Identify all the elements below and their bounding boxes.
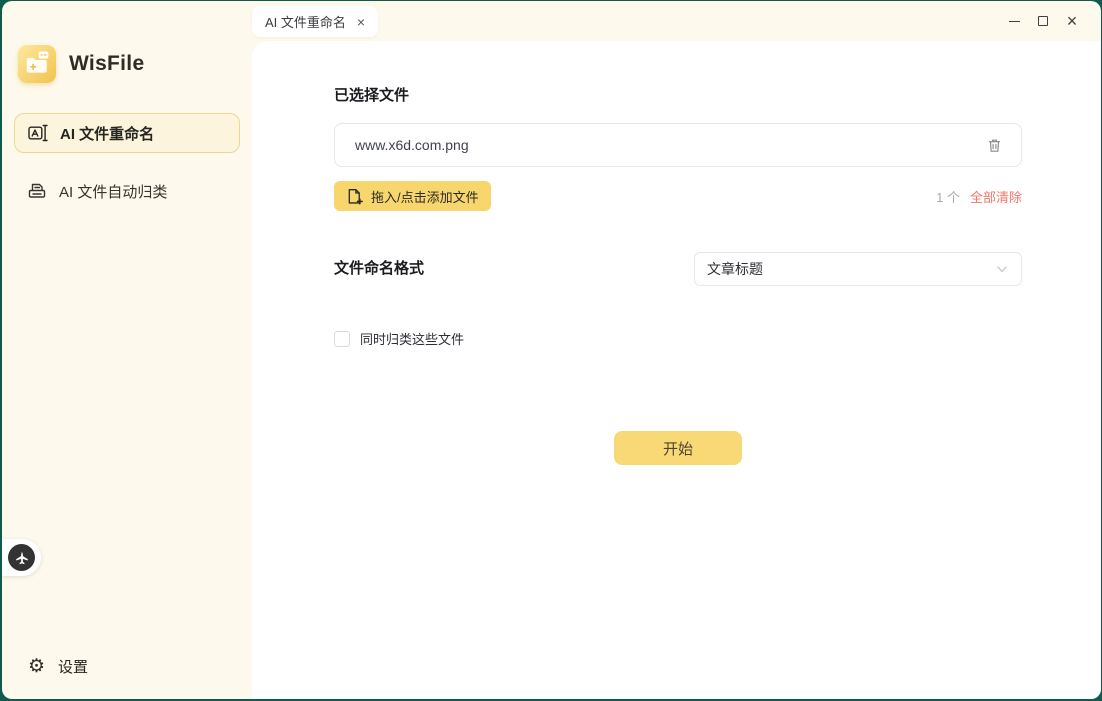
maximize-button[interactable] [1036, 14, 1050, 28]
sidebar: WisFile AI 文件重命名 AI 文件自动归类 [2, 1, 252, 699]
file-name: www.x6d.com.png [355, 137, 986, 153]
add-files-label: 拖入/点击添加文件 [371, 187, 479, 206]
app-title: WisFile [69, 52, 144, 76]
sidebar-item-ai-rename[interactable]: AI 文件重命名 [14, 113, 240, 153]
add-files-row: 拖入/点击添加文件 1 个 全部清除 [334, 181, 1022, 211]
classify-checkbox-label: 同时归类这些文件 [360, 329, 464, 348]
naming-format-label: 文件命名格式 [334, 252, 424, 286]
tab-ai-rename[interactable]: AI 文件重命名 × [252, 6, 378, 37]
settings-button[interactable]: ⚙ 设置 [28, 656, 88, 677]
rename-icon [28, 123, 48, 143]
close-icon: × [1067, 12, 1078, 30]
main-panel: 已选择文件 www.x6d.com.png 拖入/点击添加文件 [252, 41, 1101, 699]
classify-checkbox[interactable] [334, 331, 350, 347]
sidebar-item-label: AI 文件自动归类 [59, 181, 167, 202]
close-button[interactable]: × [1065, 14, 1079, 28]
trash-icon [986, 137, 1003, 154]
tab-close-icon[interactable]: × [357, 15, 365, 29]
clear-all-button[interactable]: 全部清除 [970, 187, 1022, 206]
start-button[interactable]: 开始 [614, 431, 742, 465]
app-window: WisFile AI 文件重命名 AI 文件自动归类 [2, 1, 1101, 699]
sidebar-menu: AI 文件重命名 AI 文件自动归类 [2, 83, 252, 211]
app-logo-icon [18, 45, 56, 83]
tab-title: AI 文件重命名 [265, 12, 346, 31]
airplane-button[interactable] [2, 539, 41, 576]
file-count: 1 个 [936, 187, 960, 206]
file-plus-icon [346, 188, 363, 205]
minimize-button[interactable] [1007, 14, 1021, 28]
settings-label: 设置 [58, 656, 88, 677]
delete-file-button[interactable] [986, 137, 1003, 154]
file-count-area: 1 个 全部清除 [936, 187, 1022, 206]
airplane-icon [8, 544, 35, 571]
maximize-icon [1038, 16, 1048, 26]
minimize-icon [1009, 21, 1020, 22]
gear-icon: ⚙ [28, 657, 45, 676]
naming-format-value: 文章标题 [707, 259, 995, 279]
naming-format-select[interactable]: 文章标题 [694, 252, 1022, 286]
file-row: www.x6d.com.png [334, 123, 1022, 167]
auto-classify-icon [27, 181, 47, 201]
add-files-button[interactable]: 拖入/点击添加文件 [334, 181, 491, 211]
window-controls: × [1007, 14, 1079, 28]
sidebar-item-ai-classify[interactable]: AI 文件自动归类 [14, 171, 240, 211]
selected-files-heading: 已选择文件 [334, 84, 409, 105]
app-logo-row: WisFile [2, 1, 252, 83]
sidebar-item-label: AI 文件重命名 [60, 123, 154, 144]
chevron-down-icon [995, 262, 1009, 276]
naming-format-row: 文件命名格式 文章标题 [334, 252, 1022, 286]
classify-checkbox-row: 同时归类这些文件 [334, 329, 464, 348]
